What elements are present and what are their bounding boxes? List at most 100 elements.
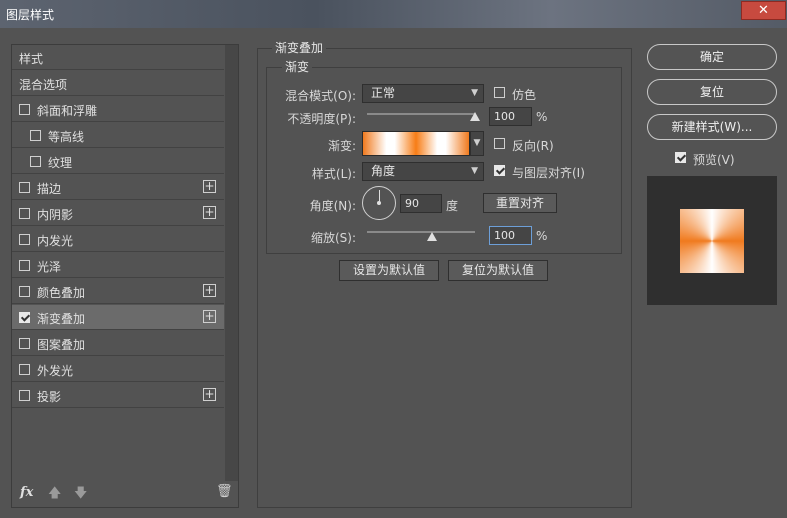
add-color-overlay-button[interactable]: +	[203, 284, 216, 297]
list-item-blending-options[interactable]: 混合选项	[12, 71, 224, 96]
list-item-gradient-overlay[interactable]: 渐变叠加 +	[12, 305, 224, 330]
add-gradient-overlay-button[interactable]: +	[203, 310, 216, 323]
reverse-checkbox[interactable]	[494, 138, 505, 149]
list-item-stroke[interactable]: 描边 +	[12, 175, 224, 200]
gradient-swatch[interactable]	[362, 131, 470, 156]
add-drop-shadow-button[interactable]: +	[203, 388, 216, 401]
angle-dial[interactable]	[362, 186, 396, 220]
list-item-bevel-emboss[interactable]: 斜面和浮雕	[12, 97, 224, 122]
reset-alignment-button[interactable]: 重置对齐	[483, 193, 557, 213]
window-title: 图层样式	[6, 8, 55, 22]
list-item-label: 外发光	[37, 364, 74, 378]
reverse-label: 反向(R)	[512, 139, 554, 153]
new-style-button[interactable]: 新建样式(W)...	[647, 114, 777, 140]
ok-button[interactable]: 确定	[647, 44, 777, 70]
list-scrollbar[interactable]	[225, 45, 238, 481]
opacity-slider-track[interactable]	[367, 113, 475, 115]
list-item-label: 描边	[37, 182, 62, 196]
trash-icon[interactable]: 🗑	[216, 484, 233, 499]
styles-list-panel: 样式 混合选项 斜面和浮雕 等高线 纹理 描边 + 内阴影 + 内发光 光泽 颜…	[11, 44, 239, 508]
list-item-styles[interactable]: 样式	[12, 45, 224, 70]
chevron-down-icon: ▼	[473, 138, 481, 148]
add-inner-shadow-button[interactable]: +	[203, 206, 216, 219]
list-item-label: 颜色叠加	[37, 286, 86, 300]
dither-label: 仿色	[512, 88, 537, 102]
fx-menu-button[interactable]: fx	[20, 485, 33, 500]
align-with-layer-label: 与图层对齐(I)	[512, 166, 585, 180]
list-item-drop-shadow[interactable]: 投影 +	[12, 383, 224, 408]
list-item-label: 纹理	[48, 156, 73, 170]
pattern-overlay-checkbox[interactable]	[19, 338, 30, 349]
list-item-label: 样式	[19, 52, 44, 66]
blend-mode-label: 混合模式(O):	[285, 89, 356, 103]
gradient-label: 渐变:	[327, 139, 356, 153]
angle-unit: 度	[446, 199, 459, 213]
list-item-label: 图案叠加	[37, 338, 86, 352]
chevron-down-icon: ▼	[471, 166, 478, 176]
list-item-label: 等高线	[48, 130, 85, 144]
preview-swatch	[680, 209, 744, 273]
title-bar: 图层样式 ✕	[0, 0, 787, 28]
angle-input[interactable]: 90	[400, 194, 442, 213]
opacity-slider-thumb[interactable]	[470, 112, 480, 121]
scale-label: 缩放(S):	[310, 231, 356, 245]
inner-glow-checkbox[interactable]	[19, 234, 30, 245]
list-item-satin[interactable]: 光泽	[12, 253, 224, 278]
list-item-inner-glow[interactable]: 内发光	[12, 227, 224, 252]
list-item-label: 混合选项	[19, 78, 68, 92]
preview-area	[647, 176, 777, 305]
move-down-icon[interactable]: 🡇	[74, 484, 87, 506]
align-with-layer-checkbox[interactable]	[494, 165, 505, 176]
close-icon: ✕	[758, 3, 769, 18]
gradient-overlay-checkbox[interactable]	[19, 312, 30, 323]
opacity-unit: %	[536, 110, 548, 124]
list-item-texture[interactable]: 纹理	[12, 149, 224, 174]
outer-glow-checkbox[interactable]	[19, 364, 30, 375]
scale-input[interactable]: 100	[489, 226, 532, 245]
close-button[interactable]: ✕	[741, 1, 786, 20]
make-default-button[interactable]: 设置为默认值	[339, 260, 439, 281]
list-item-color-overlay[interactable]: 颜色叠加 +	[12, 279, 224, 304]
reset-button[interactable]: 复位	[647, 79, 777, 105]
list-item-contour[interactable]: 等高线	[12, 123, 224, 148]
list-item-label: 内阴影	[37, 208, 74, 222]
dither-checkbox[interactable]	[494, 87, 505, 98]
scale-slider-thumb[interactable]	[426, 232, 437, 241]
style-select[interactable]: 角度 ▼	[362, 162, 484, 181]
inner-shadow-checkbox[interactable]	[19, 208, 30, 219]
opacity-label: 不透明度(P):	[287, 112, 356, 126]
list-item-label: 光泽	[37, 260, 62, 274]
drop-shadow-checkbox[interactable]	[19, 390, 30, 401]
scale-slider-track[interactable]	[367, 231, 475, 233]
add-stroke-button[interactable]: +	[203, 180, 216, 193]
list-item-label: 渐变叠加	[37, 312, 86, 326]
list-footer: fx 🡅 🡇 🗑	[12, 481, 238, 507]
bevel-emboss-checkbox[interactable]	[19, 104, 30, 115]
reset-default-button[interactable]: 复位为默认值	[448, 260, 548, 281]
texture-checkbox[interactable]	[30, 156, 41, 167]
subgroup-title: 渐变	[282, 58, 313, 75]
opacity-input[interactable]: 100	[489, 107, 532, 126]
scale-unit: %	[536, 229, 548, 243]
satin-checkbox[interactable]	[19, 260, 30, 271]
angle-label: 角度(N):	[309, 199, 356, 213]
contour-checkbox[interactable]	[30, 130, 41, 141]
style-value: 角度	[371, 164, 396, 178]
list-item-label: 内发光	[37, 234, 74, 248]
color-overlay-checkbox[interactable]	[19, 286, 30, 297]
move-up-icon[interactable]: 🡅	[48, 484, 61, 506]
stroke-checkbox[interactable]	[19, 182, 30, 193]
preview-checkbox[interactable]	[675, 152, 686, 163]
blend-mode-value: 正常	[371, 86, 396, 100]
gradient-picker-button[interactable]: ▼	[470, 131, 484, 156]
section-title: 渐变叠加	[272, 39, 327, 56]
chevron-down-icon: ▼	[471, 88, 478, 98]
preview-label: 预览(V)	[693, 153, 735, 167]
list-item-pattern-overlay[interactable]: 图案叠加	[12, 331, 224, 356]
list-item-inner-shadow[interactable]: 内阴影 +	[12, 201, 224, 226]
list-item-outer-glow[interactable]: 外发光	[12, 357, 224, 382]
style-label: 样式(L):	[311, 167, 356, 181]
list-item-label: 投影	[37, 390, 62, 404]
list-item-label: 斜面和浮雕	[37, 104, 98, 118]
blend-mode-select[interactable]: 正常 ▼	[362, 84, 484, 103]
